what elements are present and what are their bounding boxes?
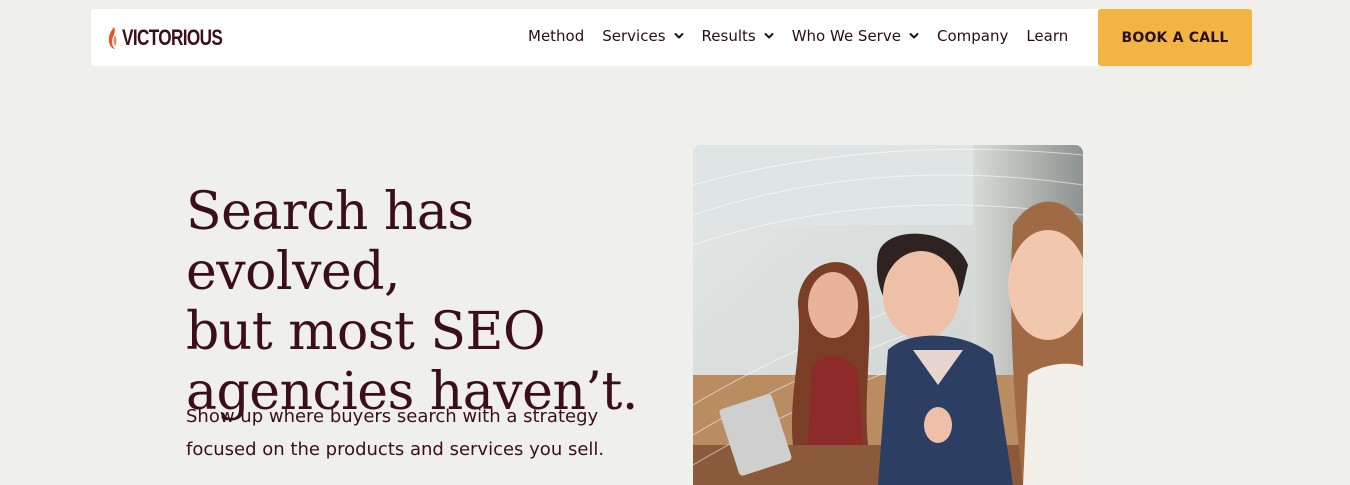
meeting-photo-illustration [693, 145, 1083, 485]
nav-item-company[interactable]: Company [937, 27, 1008, 45]
nav-item-label: Services [602, 27, 666, 45]
nav-item-method[interactable]: Method [528, 27, 584, 45]
hero-subtext: Show up where buyers search with a strat… [186, 400, 666, 466]
headline-line: but most SEO [186, 302, 546, 362]
nav-item-learn[interactable]: Learn [1026, 27, 1068, 45]
hero-headline: Search has evolved, but most SEO agencie… [186, 182, 686, 422]
book-a-call-button[interactable]: BOOK A CALL [1098, 9, 1252, 66]
subtext-line: focused on the products and services you… [186, 439, 605, 460]
subtext-line: Show up where buyers search with a strat… [186, 406, 599, 427]
nav-item-label: Who We Serve [791, 27, 901, 45]
chevron-down-icon [909, 33, 919, 39]
logo-text: VICTORIOUS [122, 25, 223, 50]
nav-item-services[interactable]: Services [602, 27, 684, 45]
nav-item-label: Method [528, 27, 585, 45]
chevron-down-icon [674, 33, 684, 39]
nav-item-label: Results [701, 27, 756, 45]
logo[interactable]: VICTORIOUS [107, 24, 251, 52]
flame-icon [108, 27, 117, 49]
nav-item-label: Learn [1026, 27, 1069, 45]
nav-item-results[interactable]: Results [702, 27, 774, 45]
headline-line: Search has evolved, [186, 182, 474, 302]
top-navigation-bar: VICTORIOUS Method Services Results Who W… [91, 9, 1252, 66]
nav-item-who-we-serve[interactable]: Who We Serve [792, 27, 919, 45]
book-a-call-label: BOOK A CALL [1121, 29, 1229, 46]
nav-item-label: Company [936, 27, 1009, 45]
chevron-down-icon [764, 33, 774, 39]
hero-image [693, 145, 1083, 485]
main-menu: Method Services Results Who We Serve Com… [528, 27, 1086, 45]
